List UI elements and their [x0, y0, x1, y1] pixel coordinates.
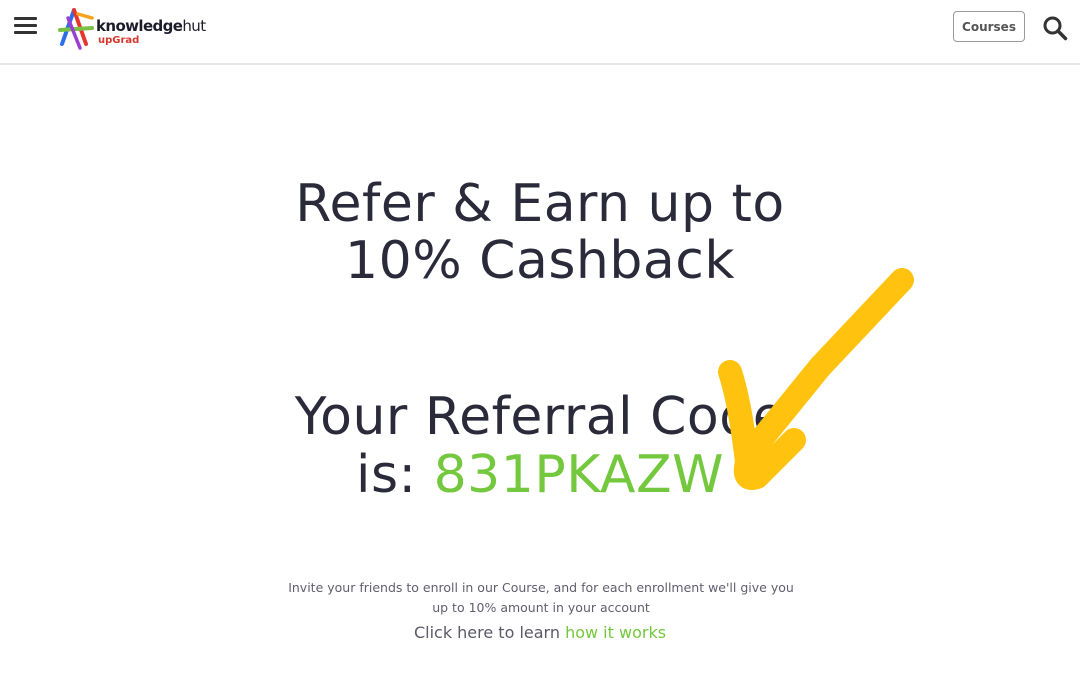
hero-line-2: 10% Cashback	[345, 231, 735, 291]
hero-line-1: Refer & Earn up to	[295, 174, 785, 234]
hamburger-menu-icon[interactable]	[13, 17, 39, 37]
logo-upgrad: upGrad	[98, 35, 140, 46]
referral-code[interactable]: 831PKAZW	[434, 445, 724, 505]
referral-description: Invite your friends to enroll in our Cou…	[288, 580, 794, 615]
learn-more-line: Click here to learn how it works	[0, 623, 1080, 642]
knowledgehut-logo[interactable]: knowledgehut upGrad	[56, 4, 206, 50]
learn-prefix: Click here to learn	[413, 623, 566, 642]
how-it-works-link[interactable]: how it works	[565, 623, 666, 642]
referral-code-title: Your Referral Code is: 831PKAZW	[0, 388, 1080, 504]
search-icon[interactable]	[1042, 15, 1068, 41]
logo-wordmark: knowledgehut	[96, 17, 206, 35]
referral-line-1: Your Referral Code	[294, 387, 786, 447]
site-header: knowledgehut upGrad Courses	[0, 0, 1080, 65]
logo-mark-icon	[58, 8, 94, 50]
hero-headline: Refer & Earn up to 10% Cashback	[0, 176, 1080, 290]
referral-line-2: is: 831PKAZW	[0, 446, 1080, 504]
courses-button[interactable]: Courses	[953, 11, 1025, 42]
referral-prefix: is:	[356, 445, 434, 505]
